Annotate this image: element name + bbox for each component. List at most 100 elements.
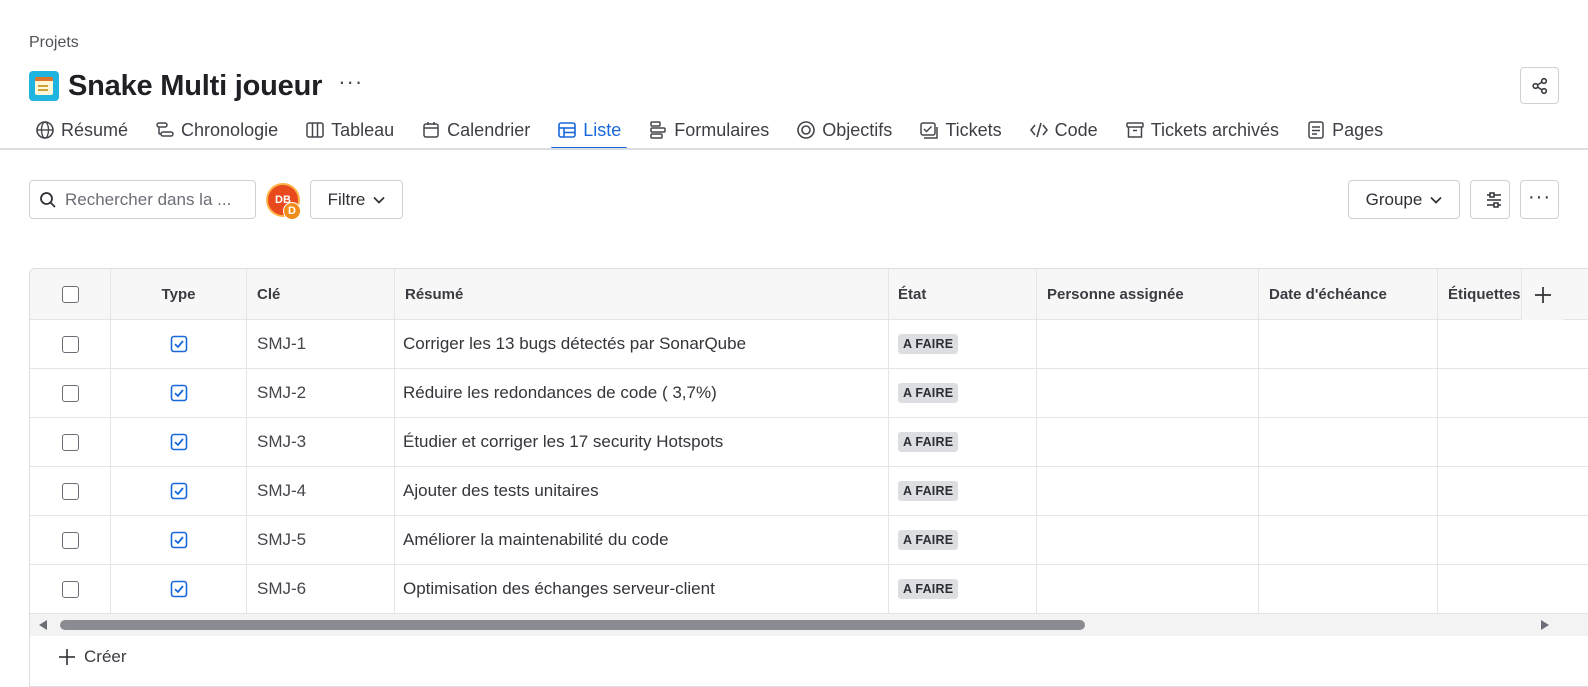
tab-label: Objectifs xyxy=(822,119,893,140)
horizontal-scrollbar[interactable] xyxy=(30,614,1588,636)
search-input[interactable] xyxy=(65,189,245,210)
issue-summary[interactable]: Étudier et corriger les 17 security Hots… xyxy=(395,418,889,466)
table-row[interactable]: SMJ-1 Corriger les 13 bugs détectés par … xyxy=(30,320,1588,369)
issue-summary[interactable]: Améliorer la maintenabilité du code xyxy=(395,516,889,564)
tab-chronologie[interactable]: Chronologie xyxy=(149,112,284,148)
share-button[interactable] xyxy=(1520,67,1559,104)
issue-key[interactable]: SMJ-5 xyxy=(247,516,395,564)
scroll-left-arrow-icon[interactable] xyxy=(39,620,47,630)
column-header-due-date[interactable]: Date d'échéance xyxy=(1259,269,1438,319)
tab-tickets[interactable]: Tickets xyxy=(913,112,1007,148)
tab-code[interactable]: Code xyxy=(1023,112,1104,148)
scroll-right-arrow-icon[interactable] xyxy=(1541,620,1549,630)
column-header-state[interactable]: État xyxy=(889,269,1037,319)
row-checkbox[interactable] xyxy=(61,335,79,353)
select-all-cell xyxy=(30,269,111,319)
assignee-cell[interactable] xyxy=(1037,516,1259,564)
due-date-cell[interactable] xyxy=(1259,516,1438,564)
assignee-cell[interactable] xyxy=(1037,467,1259,515)
tab-liste[interactable]: Liste xyxy=(551,112,628,150)
status-badge[interactable]: A FAIRE xyxy=(898,481,959,501)
task-type-icon[interactable] xyxy=(170,580,188,598)
tab-label: Pages xyxy=(1332,119,1384,140)
tab-calendrier[interactable]: Calendrier xyxy=(415,112,536,148)
issue-summary[interactable]: Corriger les 13 bugs détectés par SonarQ… xyxy=(395,320,889,368)
add-column-button[interactable] xyxy=(1521,269,1563,320)
issue-summary[interactable]: Réduire les redondances de code ( 3,7%) xyxy=(395,369,889,417)
status-badge[interactable]: A FAIRE xyxy=(898,432,959,452)
assignee-cell[interactable] xyxy=(1037,418,1259,466)
chevron-down-icon xyxy=(1430,196,1442,204)
project-header: Snake Multi joueur ··· xyxy=(29,68,363,104)
labels-cell[interactable] xyxy=(1438,320,1588,368)
scrollbar-thumb[interactable] xyxy=(60,620,1085,630)
tab-tableau[interactable]: Tableau xyxy=(299,112,400,148)
filter-button[interactable]: Filtre xyxy=(310,180,403,219)
tab-resume[interactable]: Résumé xyxy=(29,112,134,148)
issue-key[interactable]: SMJ-3 xyxy=(247,418,395,466)
assignee-cell[interactable] xyxy=(1037,565,1259,613)
row-checkbox[interactable] xyxy=(61,433,79,451)
status-badge[interactable]: A FAIRE xyxy=(898,334,959,354)
tab-objectifs[interactable]: Objectifs xyxy=(790,112,898,148)
labels-cell[interactable] xyxy=(1438,565,1588,613)
labels-cell[interactable] xyxy=(1438,369,1588,417)
task-type-icon[interactable] xyxy=(170,384,188,402)
labels-cell[interactable] xyxy=(1438,467,1588,515)
column-header-assignee[interactable]: Personne assignée xyxy=(1037,269,1259,319)
due-date-cell[interactable] xyxy=(1259,467,1438,515)
row-checkbox[interactable] xyxy=(61,531,79,549)
labels-cell[interactable] xyxy=(1438,516,1588,564)
assignee-cell[interactable] xyxy=(1037,369,1259,417)
assignee-cell[interactable] xyxy=(1037,320,1259,368)
due-date-cell[interactable] xyxy=(1259,565,1438,613)
breadcrumb[interactable]: Projets xyxy=(29,34,79,52)
column-header-type[interactable]: Type xyxy=(111,269,247,319)
task-type-icon[interactable] xyxy=(170,482,188,500)
table-row[interactable]: SMJ-6 Optimisation des échanges serveur-… xyxy=(30,565,1588,614)
status-cell: A FAIRE xyxy=(889,320,1037,368)
issue-key[interactable]: SMJ-2 xyxy=(247,369,395,417)
task-type-icon[interactable] xyxy=(170,335,188,353)
create-issue-button[interactable]: Créer xyxy=(58,647,127,667)
tab-pages[interactable]: Pages xyxy=(1300,112,1389,148)
row-checkbox[interactable] xyxy=(61,482,79,500)
column-header-summary[interactable]: Résumé xyxy=(395,269,889,319)
select-all-checkbox[interactable] xyxy=(61,285,79,303)
row-select-cell xyxy=(30,467,111,515)
status-badge[interactable]: A FAIRE xyxy=(898,383,959,403)
table-header: Type Clé Résumé État Personne assignée D… xyxy=(30,269,1588,320)
view-settings-button[interactable] xyxy=(1470,180,1510,219)
issue-summary[interactable]: Ajouter des tests unitaires xyxy=(395,467,889,515)
due-date-cell[interactable] xyxy=(1259,369,1438,417)
tab-formulaires[interactable]: Formulaires xyxy=(642,112,775,148)
project-more-button[interactable]: ··· xyxy=(338,71,363,101)
search-box[interactable] xyxy=(29,180,256,219)
table-row[interactable]: SMJ-2 Réduire les redondances de code ( … xyxy=(30,369,1588,418)
labels-cell[interactable] xyxy=(1438,418,1588,466)
task-type-icon[interactable] xyxy=(170,531,188,549)
issue-key[interactable]: SMJ-6 xyxy=(247,565,395,613)
column-header-key[interactable]: Clé xyxy=(247,269,395,319)
task-type-icon[interactable] xyxy=(170,433,188,451)
tab-label: Liste xyxy=(583,119,622,140)
group-button-label: Groupe xyxy=(1365,189,1423,209)
status-badge[interactable]: A FAIRE xyxy=(898,579,959,599)
row-checkbox[interactable] xyxy=(61,384,79,402)
row-checkbox[interactable] xyxy=(61,580,79,598)
more-actions-button[interactable]: ··· xyxy=(1520,180,1559,219)
due-date-cell[interactable] xyxy=(1259,418,1438,466)
table-row[interactable]: SMJ-4 Ajouter des tests unitaires A FAIR… xyxy=(30,467,1588,516)
table-row[interactable]: SMJ-3 Étudier et corriger les 17 securit… xyxy=(30,418,1588,467)
due-date-cell[interactable] xyxy=(1259,320,1438,368)
issue-key[interactable]: SMJ-1 xyxy=(247,320,395,368)
column-header-labels[interactable]: Étiquettes xyxy=(1438,269,1588,319)
table-row[interactable]: SMJ-5 Améliorer la maintenabilité du cod… xyxy=(30,516,1588,565)
avatar-secondary[interactable]: D xyxy=(283,202,301,220)
issue-summary[interactable]: Optimisation des échanges serveur-client xyxy=(395,565,889,613)
status-badge[interactable]: A FAIRE xyxy=(898,530,959,550)
group-button[interactable]: Groupe xyxy=(1348,180,1460,219)
issue-key[interactable]: SMJ-4 xyxy=(247,467,395,515)
tab-tickets-archives[interactable]: Tickets archivés xyxy=(1119,112,1285,148)
tab-label: Tickets xyxy=(945,119,1002,140)
